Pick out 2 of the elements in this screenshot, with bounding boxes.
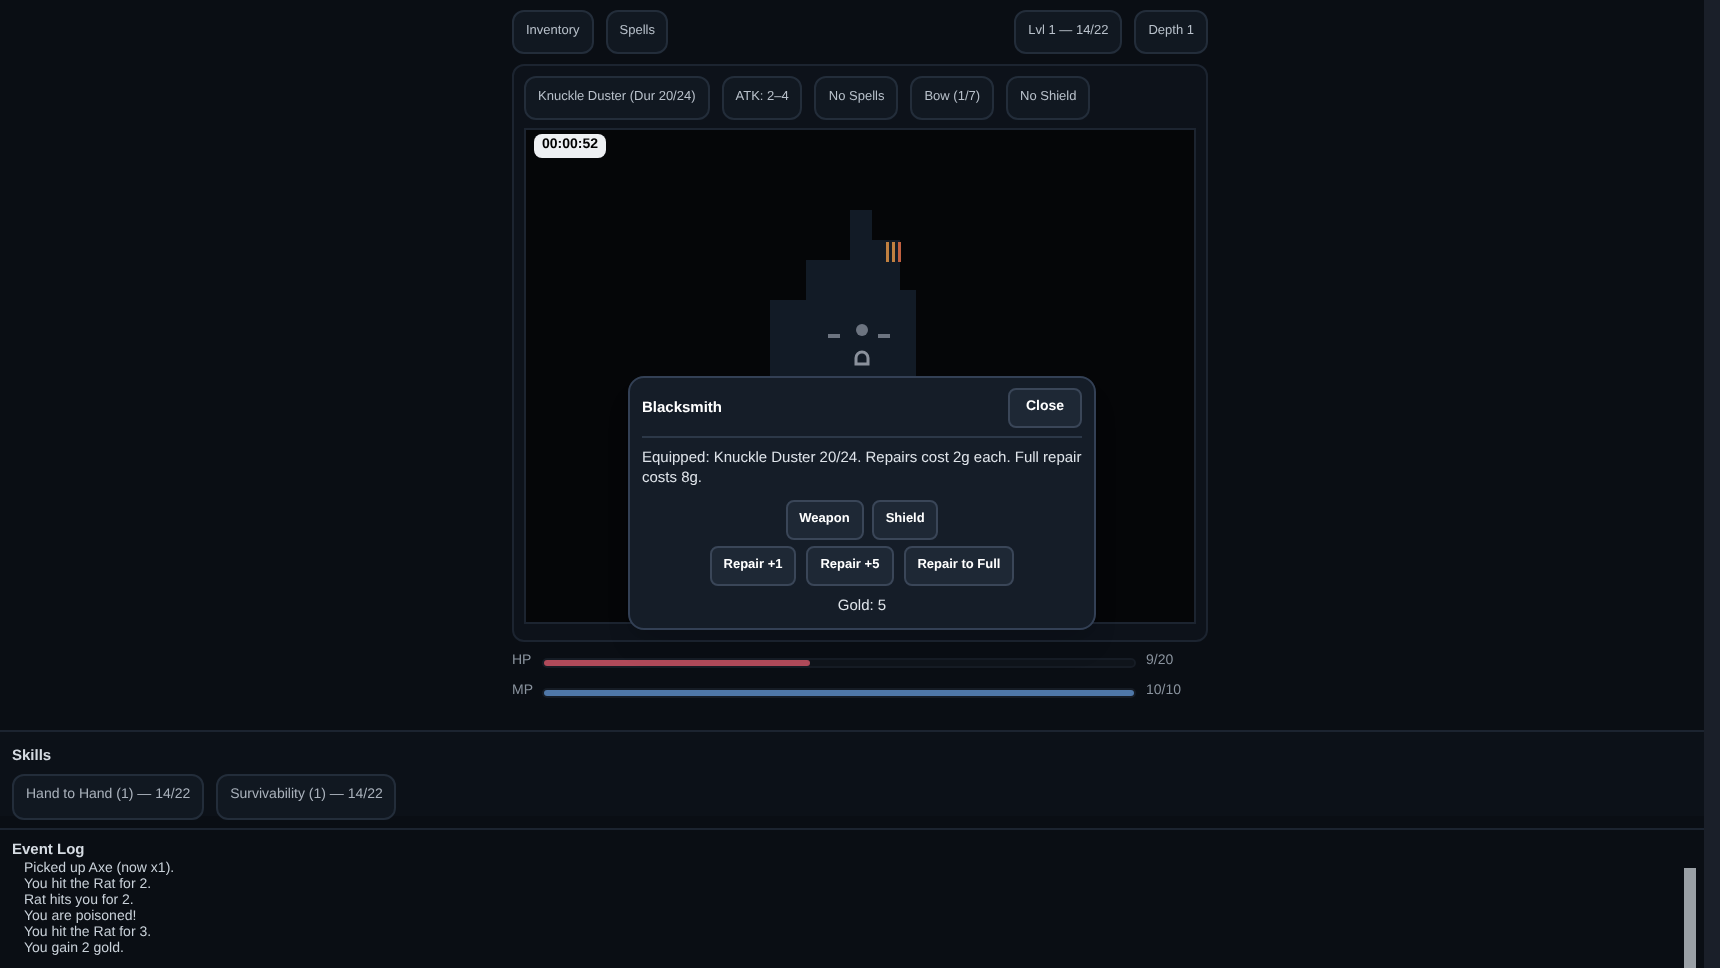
page-scrollbar[interactable] xyxy=(1704,0,1720,968)
scrollbar[interactable] xyxy=(1684,868,1696,968)
